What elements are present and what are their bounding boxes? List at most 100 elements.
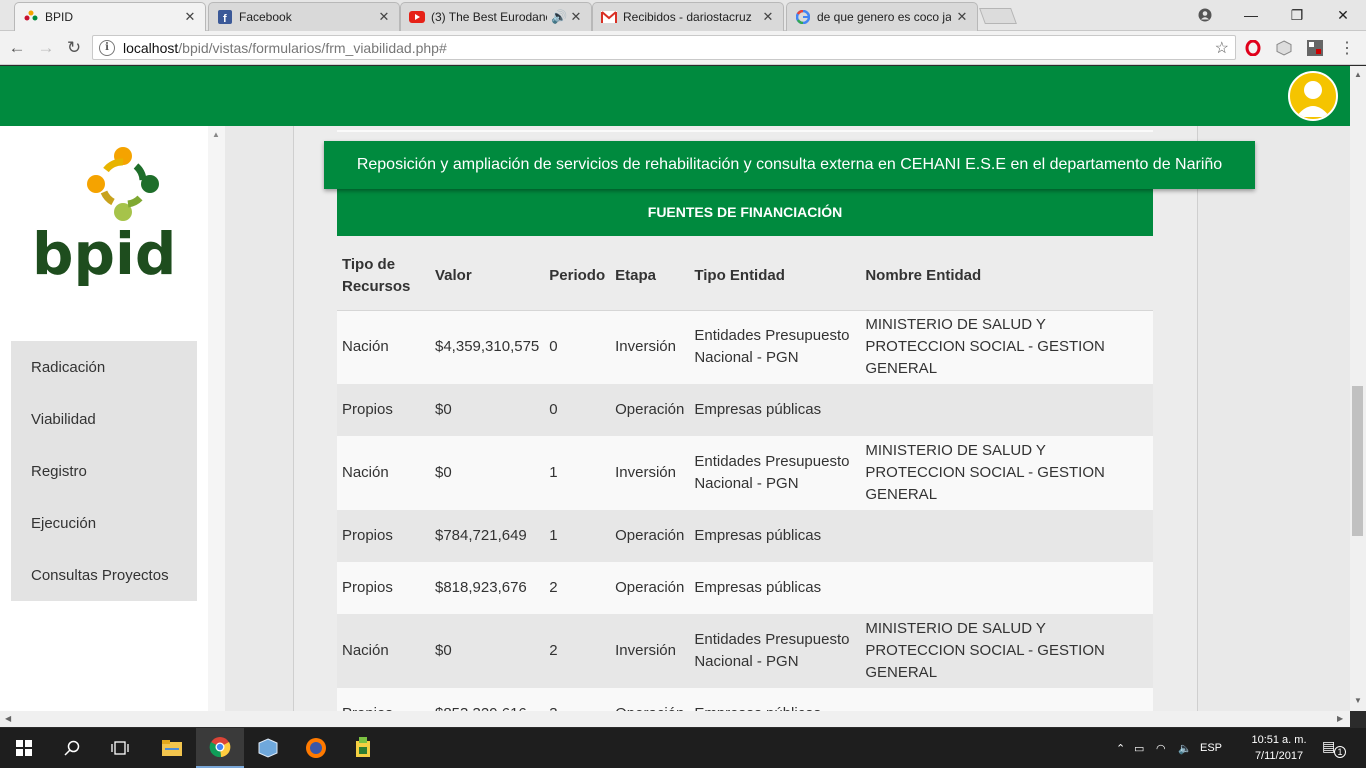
scroll-up-arrow-icon[interactable]: ▲ bbox=[1354, 70, 1362, 79]
close-icon[interactable]: ✕ bbox=[569, 10, 583, 24]
new-tab-button[interactable] bbox=[979, 8, 1017, 24]
extension-cube-icon[interactable] bbox=[1275, 39, 1293, 57]
reload-button[interactable]: ↻ bbox=[63, 37, 85, 59]
clock-date: 7/11/2017 bbox=[1254, 750, 1304, 762]
sidebar: bpid Radicación Viabilidad Registro Ejec… bbox=[0, 126, 208, 711]
table-cell: Propios bbox=[342, 401, 393, 418]
table-cell: Operación bbox=[610, 688, 689, 711]
tab-bpid[interactable]: BPID ✕ bbox=[14, 2, 206, 31]
table-cell: Propios bbox=[342, 527, 393, 544]
table-header-row: Tipo de Recursos Valor Periodo Etapa Tip… bbox=[337, 242, 1153, 311]
extension-qr-icon[interactable] bbox=[1306, 39, 1324, 57]
bookmark-star-icon[interactable]: ☆ bbox=[1215, 38, 1229, 58]
address-bar[interactable]: i localhost/bpid/vistas/formularios/frm_… bbox=[92, 35, 1236, 60]
table-cell: Inversión bbox=[615, 642, 676, 659]
tab-gmail[interactable]: Recibidos - dariostacruz ✕ bbox=[592, 2, 784, 31]
back-button[interactable]: ← bbox=[6, 37, 28, 59]
forward-button[interactable]: → bbox=[35, 37, 57, 59]
tab-title: BPID bbox=[45, 10, 74, 24]
sidebar-item-viabilidad[interactable]: Viabilidad bbox=[11, 393, 197, 445]
menu-kebab-icon[interactable]: ⋮ bbox=[1338, 39, 1356, 57]
table-cell: 2 bbox=[549, 579, 558, 596]
language-indicator[interactable]: ESP bbox=[1200, 742, 1236, 754]
clock-time: 10:51 a. m. bbox=[1251, 734, 1307, 746]
search-icon[interactable] bbox=[48, 728, 96, 768]
tab-facebook[interactable]: f Facebook ✕ bbox=[208, 2, 400, 31]
table-cell: MINISTERIO DE SALUD Y PROTECCION SOCIAL … bbox=[865, 316, 1105, 378]
table-cell: $0 bbox=[435, 642, 452, 659]
scroll-up-arrow-icon[interactable]: ▲ bbox=[212, 130, 220, 139]
table-cell bbox=[860, 688, 1153, 711]
sidebar-item-radicacion[interactable]: Radicación bbox=[11, 341, 197, 393]
close-window-button[interactable]: ✕ bbox=[1320, 0, 1366, 30]
tab-title: Facebook bbox=[239, 10, 292, 24]
scroll-left-arrow-icon[interactable]: ◀ bbox=[5, 714, 11, 723]
table-cell: $818,923,676 bbox=[435, 579, 527, 596]
chevron-up-icon[interactable]: ⌃ bbox=[1116, 742, 1134, 755]
tab-youtube[interactable]: (3) The Best Eurodanc 🔊 ✕ bbox=[400, 2, 592, 31]
table-row: Propios $784,721,649 1 Operación Empresa… bbox=[337, 510, 1153, 562]
scroll-down-arrow-icon[interactable]: ▼ bbox=[1354, 696, 1362, 705]
virtualbox-icon[interactable] bbox=[244, 728, 292, 768]
column-header: Etapa bbox=[610, 242, 690, 311]
scroll-right-arrow-icon[interactable]: ▶ bbox=[1337, 714, 1343, 723]
table-cell bbox=[860, 510, 1153, 562]
restore-button[interactable]: ❐ bbox=[1274, 0, 1320, 30]
chrome-icon[interactable] bbox=[196, 728, 244, 768]
bpid-favicon bbox=[23, 9, 39, 25]
table-cell: $0 bbox=[435, 401, 452, 418]
table-cell: 2 bbox=[549, 642, 558, 659]
close-icon[interactable]: ✕ bbox=[761, 10, 775, 24]
page-horizontal-scrollbar[interactable]: ◀ ▶ bbox=[0, 711, 1350, 727]
bpid-logo: bpid bbox=[32, 147, 176, 286]
notifications-icon[interactable]: ▤ 1 bbox=[1322, 738, 1346, 758]
battery-icon[interactable]: ▭ bbox=[1134, 742, 1156, 755]
table-cell: Empresas públicas bbox=[694, 527, 822, 544]
column-header: Nombre Entidad bbox=[860, 242, 1153, 311]
tab-google[interactable]: de que genero es coco ja ✕ bbox=[786, 2, 978, 31]
wifi-icon[interactable]: ◠ bbox=[1156, 742, 1178, 755]
minimize-button[interactable]: — bbox=[1228, 0, 1274, 30]
windows-start-icon[interactable] bbox=[0, 728, 48, 768]
sidebar-item-registro[interactable]: Registro bbox=[11, 445, 197, 497]
sidebar-item-consultas-proyectos[interactable]: Consultas Proyectos bbox=[11, 549, 197, 601]
close-icon[interactable]: ✕ bbox=[955, 10, 969, 24]
firefox-icon[interactable] bbox=[292, 728, 340, 768]
table-cell: $4,359,310,575 bbox=[435, 338, 540, 356]
page-vertical-scrollbar[interactable]: ▲ ▼ bbox=[1350, 66, 1366, 711]
url-host: localhost bbox=[123, 39, 179, 56]
close-icon[interactable]: ✕ bbox=[183, 10, 197, 24]
windows-taskbar: ⌃ ▭ ◠ 🔈 ESP 10:51 a. m. 7/11/2017 ▤ 1 bbox=[0, 728, 1366, 768]
notification-count-badge: 1 bbox=[1334, 746, 1346, 758]
system-tray: ⌃ ▭ ◠ 🔈 ESP bbox=[1116, 728, 1236, 768]
close-icon[interactable]: ✕ bbox=[377, 10, 391, 24]
column-header: Valor bbox=[430, 242, 545, 311]
profile-icon[interactable] bbox=[1182, 0, 1228, 30]
table-cell: Empresas públicas bbox=[694, 579, 822, 596]
table-cell: Inversión bbox=[615, 338, 676, 356]
column-header: Tipo Entidad bbox=[689, 242, 861, 311]
svg-text:f: f bbox=[223, 13, 227, 24]
scrollbar-thumb[interactable] bbox=[1352, 386, 1363, 536]
file-explorer-icon[interactable] bbox=[148, 728, 196, 768]
app-launcher-icon[interactable] bbox=[340, 728, 388, 768]
tab-title: Recibidos - dariostacruz bbox=[623, 10, 752, 24]
info-icon[interactable]: i bbox=[99, 39, 115, 56]
table-cell: Propios bbox=[337, 688, 430, 711]
sidebar-menu: Radicación Viabilidad Registro Ejecución… bbox=[11, 341, 197, 601]
user-avatar[interactable] bbox=[1288, 71, 1338, 121]
url-path: /bpid/vistas/formularios/frm_viabilidad.… bbox=[178, 39, 447, 56]
opera-icon[interactable] bbox=[1244, 39, 1262, 57]
table-cell: 0 bbox=[549, 401, 558, 418]
section-title: FUENTES DE FINANCIACIÓN bbox=[337, 188, 1153, 236]
table-cell: Nación bbox=[342, 464, 389, 481]
facebook-icon: f bbox=[217, 9, 233, 25]
table-cell: 1 bbox=[549, 527, 558, 544]
speaker-icon[interactable]: 🔊 bbox=[551, 10, 567, 24]
taskbar-clock[interactable]: 10:51 a. m. 7/11/2017 bbox=[1244, 732, 1314, 764]
volume-icon[interactable]: 🔈 bbox=[1178, 742, 1200, 755]
sidebar-item-ejecucion[interactable]: Ejecución bbox=[11, 497, 197, 549]
table-row: Propios $0 0 Operación Empresas públicas bbox=[337, 384, 1153, 436]
sidebar-scrollbar[interactable]: ▲ bbox=[208, 126, 225, 711]
task-view-icon[interactable] bbox=[96, 728, 144, 768]
